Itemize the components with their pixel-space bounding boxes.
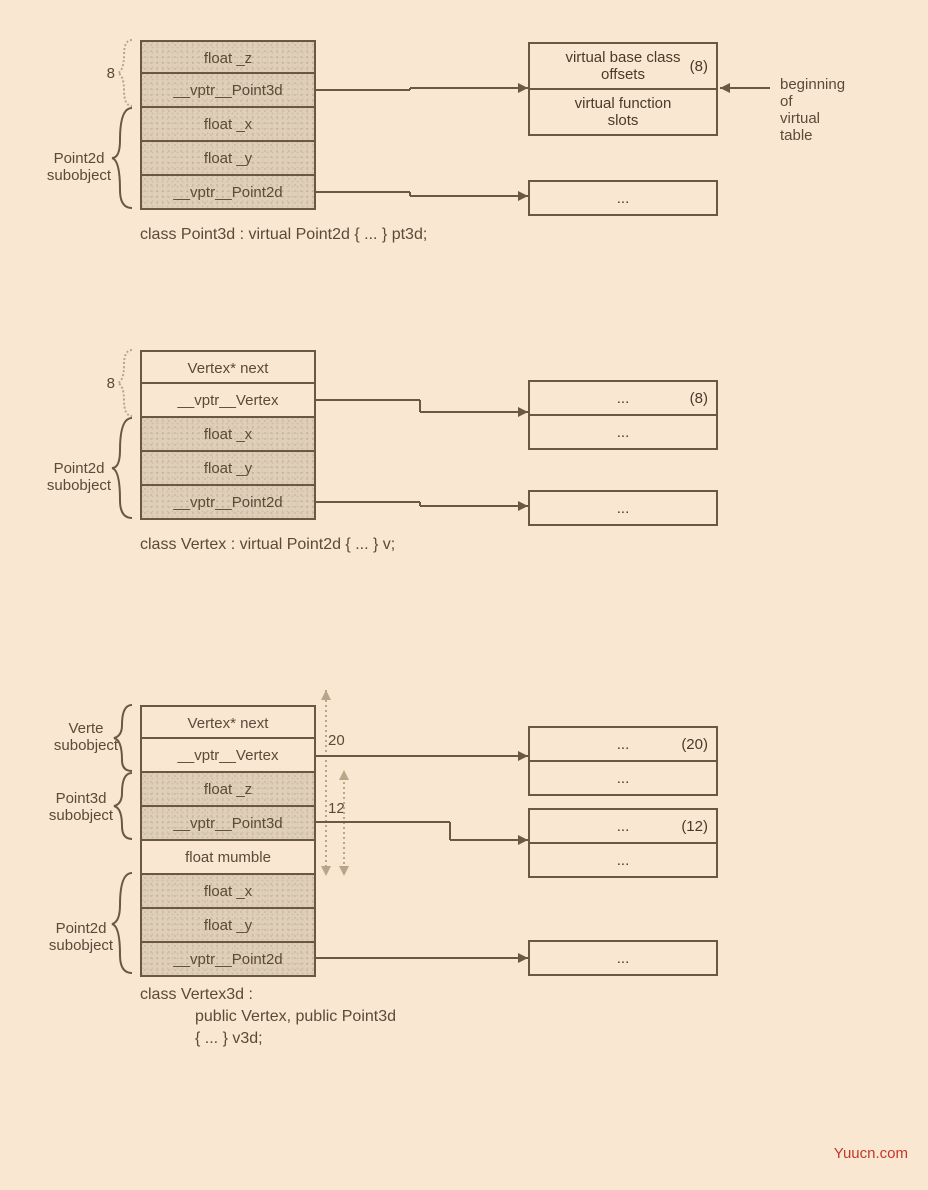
vertex3d-stack: Vertex* next __vptr__Vertex float _z __v… (140, 705, 316, 977)
vtable-row: ... (530, 492, 716, 524)
cell-float-x-2: float _x (140, 418, 316, 452)
vtable-point3d: virtual base class offsets (8) virtual f… (528, 42, 718, 136)
cell-vptr-point3d: __vptr__Point3d (140, 74, 316, 108)
vertex3d-caption-3: { ... } v3d; (195, 1030, 263, 1048)
vtable-row: ... (530, 414, 716, 448)
cell-vptr-vertex-3: __vptr__Vertex (140, 739, 316, 773)
point3d-stack: float _z __vptr__Point3d float _x float … (140, 40, 316, 210)
offset-20: 20 (328, 732, 358, 749)
cell-float-y-2: float _y (140, 452, 316, 486)
vtable-row: ... (530, 942, 716, 974)
size-8-label-2: 8 (95, 375, 115, 392)
vtable-row: ... (530, 182, 716, 214)
vtable-point2d-2: ... (528, 490, 718, 526)
vtable-point3d-3: ... (12) ... (528, 808, 718, 878)
vtable-point2d-1: ... (528, 180, 718, 216)
point3d-subobject-label: Point3d subobject (42, 790, 120, 824)
cell-vptr-point3d-3: __vptr__Point3d (140, 807, 316, 841)
cell-float-mumble: float mumble (140, 841, 316, 875)
vtable-row: ... (530, 760, 716, 794)
cell-float-x: float _x (140, 108, 316, 142)
offset-12: 12 (328, 800, 358, 817)
cell-vertex-next-3: Vertex* next (140, 705, 316, 739)
watermark: Yuucn.com (834, 1145, 908, 1162)
point2d-subobject-label-3: Point2d subobject (42, 920, 120, 954)
cell-vptr-point2d: __vptr__Point2d (140, 176, 316, 210)
vtable-row: ... (20) (530, 728, 716, 760)
vertex-subobject-label: Verte subobject (47, 720, 125, 754)
cell-vptr-vertex: __vptr__Vertex (140, 384, 316, 418)
cell-float-y-3: float _y (140, 909, 316, 943)
size-8-label: 8 (95, 65, 115, 82)
vtable-row: ... (12) (530, 810, 716, 842)
cell-vertex-next: Vertex* next (140, 350, 316, 384)
vtable-point2d-3: ... (528, 940, 718, 976)
vtable-base-offsets: virtual base class offsets (8) (530, 44, 716, 88)
point2d-subobject-label: Point2d subobject (40, 150, 118, 184)
cell-float-x-3: float _x (140, 875, 316, 909)
vtable-func-slots: virtual function slots (530, 88, 716, 134)
cell-vptr-point2d-2: __vptr__Point2d (140, 486, 316, 520)
vtable-note: beginning of virtual table (780, 76, 880, 144)
vertex3d-caption-2: public Vertex, public Point3d (195, 1008, 396, 1026)
point3d-caption: class Point3d : virtual Point2d { ... } … (140, 226, 427, 244)
vtable-vertex-3: ... (20) ... (528, 726, 718, 796)
cell-float-z-3: float _z (140, 773, 316, 807)
cell-float-z: float _z (140, 40, 316, 74)
vertex3d-caption-1: class Vertex3d : (140, 986, 253, 1004)
vtable-vertex: ... (8) ... (528, 380, 718, 450)
cell-float-y: float _y (140, 142, 316, 176)
vtable-row: ... (530, 842, 716, 876)
point2d-subobject-label-2: Point2d subobject (40, 460, 118, 494)
cell-vptr-point2d-3: __vptr__Point2d (140, 943, 316, 977)
vertex-stack: Vertex* next __vptr__Vertex float _x flo… (140, 350, 316, 520)
vtable-row: ... (8) (530, 382, 716, 414)
vertex-caption: class Vertex : virtual Point2d { ... } v… (140, 536, 395, 554)
